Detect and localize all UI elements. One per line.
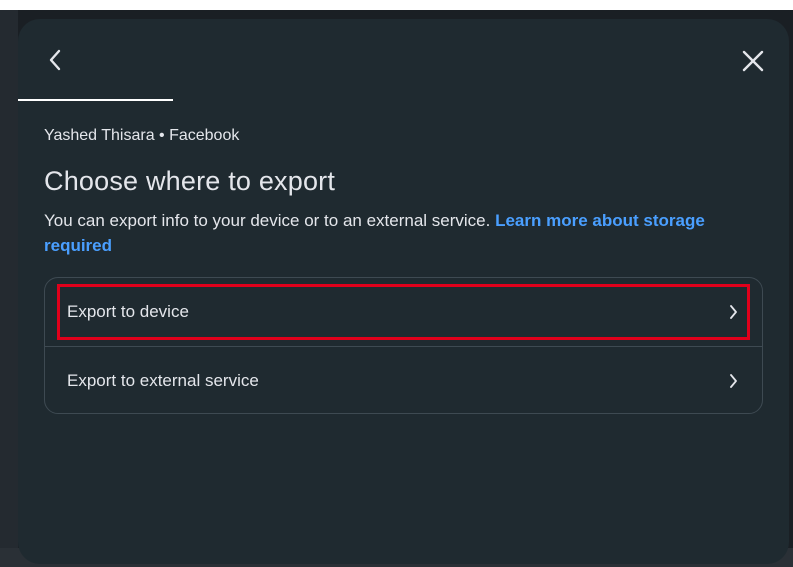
back-button[interactable] bbox=[40, 45, 70, 75]
step-progress-indicator bbox=[18, 99, 173, 101]
option-label: Export to device bbox=[67, 302, 189, 321]
account-label: Yashed Thisara • Facebook bbox=[44, 127, 240, 144]
description: You can export info to your device or to… bbox=[44, 208, 774, 258]
page-title: Choose where to export bbox=[44, 166, 336, 196]
export-options-list: Export to device Export to external serv… bbox=[44, 277, 763, 414]
chevron-left-icon bbox=[49, 49, 61, 71]
export-to-device-option[interactable]: Export to device bbox=[45, 278, 762, 346]
close-button[interactable] bbox=[736, 44, 770, 78]
close-icon bbox=[742, 50, 764, 72]
chevron-right-icon bbox=[726, 305, 740, 319]
backdrop-top-bar bbox=[0, 0, 793, 10]
backdrop-left-panel bbox=[0, 10, 18, 567]
option-label: Export to external service bbox=[67, 370, 259, 390]
chevron-right-icon bbox=[726, 373, 740, 388]
export-modal: Yashed Thisara • Facebook Choose where t… bbox=[18, 19, 789, 564]
export-to-external-service-option[interactable]: Export to external service bbox=[45, 346, 762, 413]
description-text: You can export info to your device or to… bbox=[44, 211, 496, 230]
